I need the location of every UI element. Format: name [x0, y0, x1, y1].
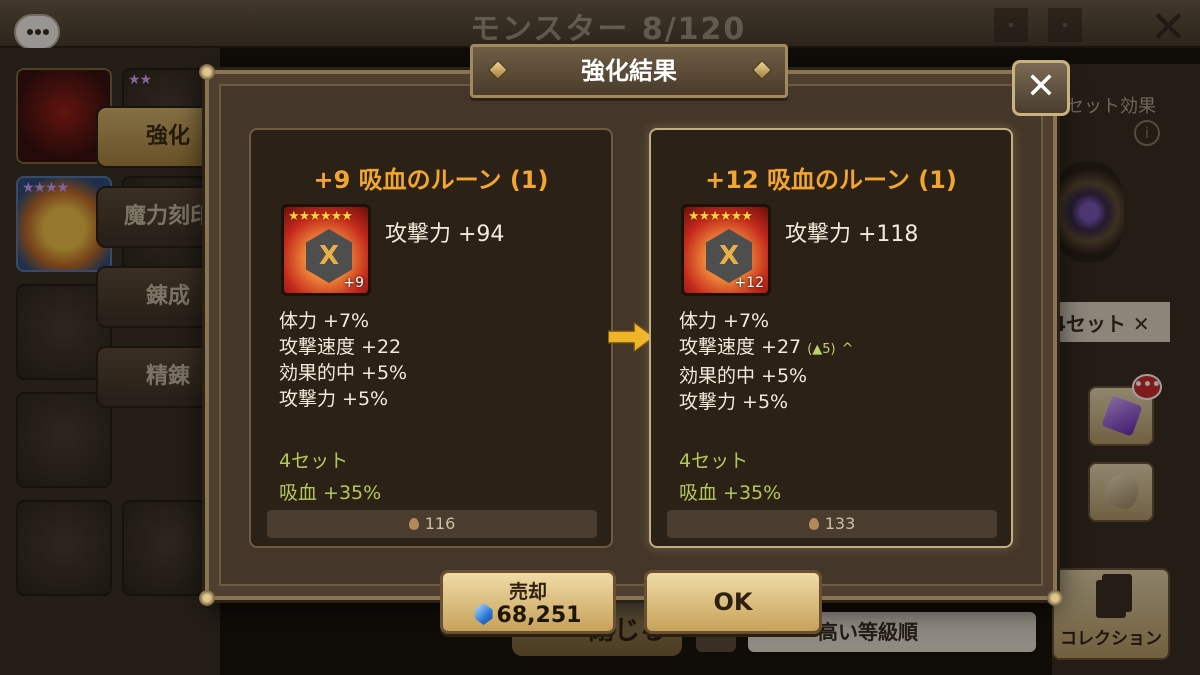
frame-corner [1047, 590, 1063, 606]
rune-after-panel: +12 吸血のルーン (1) ★★★★★★ X +12 攻撃力 +118 体力 … [649, 128, 1013, 548]
substat: 効果的中 +5% [279, 362, 408, 384]
substat: 攻撃力 +5% [279, 388, 389, 410]
main-stat: 攻撃力 +94 [385, 222, 505, 247]
rune-stars: ★★★★★★ [288, 209, 353, 224]
rune-level: +12 [734, 275, 764, 291]
sell-button[interactable]: 売却 68,251 [440, 570, 616, 634]
substat: 攻撃速度 +22 [279, 336, 402, 358]
sell-value: 116 [424, 514, 456, 533]
rune-icon: ★★★★★★ X +12 [681, 204, 771, 296]
rune-name: +9 吸血のルーン (1) [313, 166, 549, 194]
upgrade-note: (▲5) [807, 342, 836, 357]
hourglass-icon: X [718, 241, 740, 271]
substat: 攻撃力 +5% [679, 391, 789, 413]
mana-icon [808, 518, 819, 530]
dialog-title-plate: 強化結果 [470, 44, 788, 98]
substat-list: 体力 +7% 攻撃速度 +22 効果的中 +5% 攻撃力 +5% [279, 308, 407, 412]
substat-upgraded: 攻撃速度 +27 (▲5) ^ [679, 336, 854, 358]
rune-before-panel: +9 吸血のルーン (1) ★★★★★★ X +9 攻撃力 +94 体力 +7%… [249, 128, 613, 548]
set-name: 4セット [279, 450, 349, 472]
substat: 効果的中 +5% [679, 365, 808, 387]
substat: 体力 +7% [679, 310, 770, 332]
frame-corner [199, 64, 215, 80]
mana-icon [408, 518, 419, 530]
set-effect: 吸血 +35% [679, 482, 782, 504]
hourglass-icon: X [318, 241, 340, 271]
sell-value-bar: 116 [267, 510, 597, 538]
sell-value-bar: 133 [667, 510, 997, 538]
rune-icon: ★★★★★★ X +9 [281, 204, 371, 296]
frame-corner [199, 590, 215, 606]
sell-value: 133 [824, 514, 856, 533]
crystal-icon [474, 603, 493, 625]
ok-button[interactable]: OK [644, 570, 822, 634]
rune-level: +9 [343, 275, 364, 291]
main-stat: 攻撃力 +118 [785, 222, 919, 247]
sell-label: 売却 [508, 581, 547, 603]
rune-stars: ★★★★★★ [688, 209, 753, 224]
substat-list: 体力 +7% 攻撃速度 +27 (▲5) ^ 効果的中 +5% 攻撃力 +5% [679, 308, 853, 415]
set-effect: 吸血 +35% [279, 482, 382, 504]
sell-price: 68,251 [443, 603, 613, 628]
set-name: 4セット [679, 450, 749, 472]
substat: 体力 +7% [279, 310, 370, 332]
close-button[interactable]: ✕ [1012, 60, 1070, 116]
dialog-title: 強化結果 [581, 57, 677, 85]
chevron-up-icon: ^ [841, 341, 854, 357]
rune-name: +12 吸血のルーン (1) [705, 166, 957, 194]
arrow-right-icon [608, 322, 654, 352]
